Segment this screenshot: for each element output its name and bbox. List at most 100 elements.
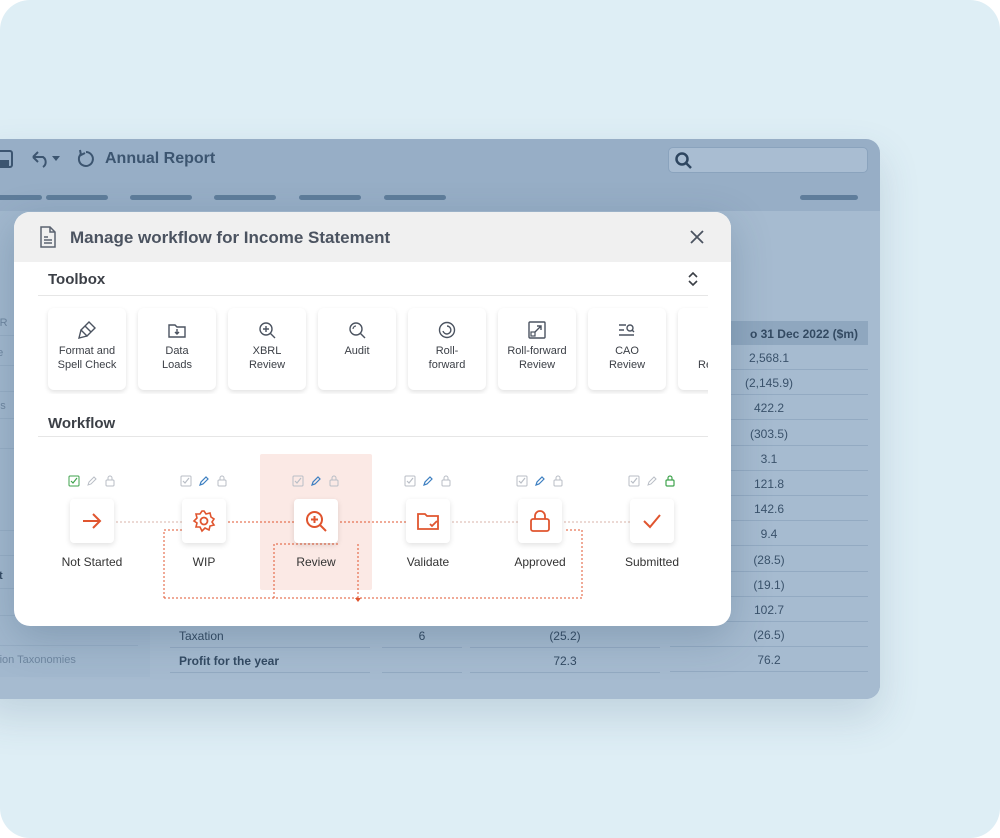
stage-label: Not Started <box>61 555 123 569</box>
pencil-icon[interactable] <box>310 475 322 487</box>
workflow-title: Workflow <box>48 415 116 432</box>
row-label: Taxation <box>170 623 370 648</box>
tool-label: Roll- <box>435 345 459 357</box>
lock-icon[interactable] <box>104 475 116 487</box>
tool-data-loads[interactable]: Data Loads <box>138 308 216 390</box>
stage-review[interactable]: Review <box>260 452 372 592</box>
lock-icon[interactable] <box>552 475 564 487</box>
tool-partial[interactable]: C Re <box>678 308 708 390</box>
tool-roll-forward-review[interactable]: Roll-forward Review <box>498 308 576 390</box>
row-label: Profit for the year <box>170 648 370 673</box>
stage-label: Validate <box>406 555 450 569</box>
pencil-icon[interactable] <box>534 475 546 487</box>
search-icon <box>675 152 692 169</box>
app-toolbar: Annual Report <box>0 139 880 179</box>
folder-check-icon <box>417 513 439 530</box>
tool-label: Re <box>698 359 708 371</box>
tab-bar <box>0 195 880 201</box>
stage-not-started[interactable]: Not Started <box>36 452 148 592</box>
tab[interactable] <box>46 195 108 200</box>
lock-icon[interactable] <box>664 475 676 487</box>
scroll-indicator[interactable] <box>800 195 858 200</box>
tool-label: Review <box>608 359 646 371</box>
note-cell: 6 <box>382 623 462 648</box>
stage-status-icons <box>484 474 596 492</box>
tool-roll-forward[interactable]: Roll- forward <box>408 308 486 390</box>
checkbox-icon[interactable] <box>404 475 416 487</box>
tab[interactable] <box>0 195 42 200</box>
tool-label: XBRL <box>252 345 282 357</box>
tool-label: Spell Check <box>57 359 117 371</box>
collapse-toggle-icon[interactable] <box>686 270 700 293</box>
stage-node[interactable] <box>182 499 226 543</box>
lock-icon[interactable] <box>216 475 228 487</box>
tool-cao-review[interactable]: CAO Review <box>588 308 666 390</box>
lock-icon <box>530 510 550 532</box>
tab[interactable] <box>130 195 192 200</box>
list-search-icon <box>619 324 635 336</box>
pencil-icon[interactable] <box>646 475 658 487</box>
lock-icon[interactable] <box>328 475 340 487</box>
table-cell: 76.2 <box>670 647 868 673</box>
tab[interactable] <box>299 195 361 200</box>
pencil-icon[interactable] <box>422 475 434 487</box>
divider <box>38 436 708 437</box>
stage-label: Submitted <box>624 555 680 569</box>
tool-label: forward <box>428 359 466 371</box>
refresh-icon[interactable] <box>76 149 96 174</box>
stage-status-icons <box>148 474 260 492</box>
stage-status-icons <box>36 474 148 492</box>
checkbox-icon[interactable] <box>180 475 192 487</box>
stage-validate[interactable]: Validate <box>372 452 484 592</box>
toolbox-strip: Format and Spell Check Data Loads XBRL R… <box>38 304 708 394</box>
checkbox-icon[interactable] <box>68 475 80 487</box>
folder-download-icon <box>168 324 186 338</box>
stage-status-icons <box>260 474 372 492</box>
stage-submitted[interactable]: Submitted <box>596 452 708 592</box>
list-icon <box>706 320 708 340</box>
tool-format-spell-check[interactable]: Format and Spell Check <box>48 308 126 390</box>
tool-label: CAO <box>615 345 639 357</box>
roll-forward-icon <box>438 321 456 339</box>
stage-label: WIP <box>192 555 216 569</box>
pencil-icon[interactable] <box>86 475 98 487</box>
checkbox-icon[interactable] <box>516 475 528 487</box>
checkbox-icon[interactable] <box>292 475 304 487</box>
tool-audit[interactable]: Audit <box>318 308 396 390</box>
lock-icon[interactable] <box>440 475 452 487</box>
stage-wip[interactable]: WIP <box>148 452 260 592</box>
pencil-icon[interactable] <box>198 475 210 487</box>
tool-label: Review <box>248 359 286 371</box>
zoom-in-icon <box>306 511 327 532</box>
stage-node[interactable] <box>630 499 674 543</box>
stage-status-icons <box>372 474 484 492</box>
tab[interactable] <box>384 195 446 200</box>
stage-node[interactable] <box>70 499 114 543</box>
check-icon <box>643 514 661 529</box>
stage-node[interactable] <box>518 499 562 543</box>
tool-label: Loads <box>162 359 192 371</box>
undo-icon[interactable] <box>30 149 62 174</box>
arrow-right-icon <box>83 513 102 529</box>
prior-year-cell: (25.2) <box>470 623 660 648</box>
tool-label: Format and <box>58 345 116 357</box>
dialog-title: Manage workflow for Income Statement <box>70 228 391 247</box>
workflow-diagram: Not Started WIP Review Validate Approved… <box>14 452 731 622</box>
tab[interactable] <box>214 195 276 200</box>
tool-label: Audit <box>344 345 370 357</box>
checkbox-icon[interactable] <box>628 475 640 487</box>
toolbox-title: Toolbox <box>48 271 106 288</box>
sidebar-item[interactable]: nsion Taxonomies <box>0 648 138 673</box>
search-input[interactable] <box>668 147 868 173</box>
tool-label: C <box>698 344 708 358</box>
close-icon[interactable] <box>688 228 706 251</box>
tool-xbrl-review[interactable]: XBRL Review <box>228 308 306 390</box>
stage-node[interactable] <box>294 499 338 543</box>
stage-label: Approved <box>514 555 566 569</box>
divider <box>38 295 708 296</box>
stage-node[interactable] <box>406 499 450 543</box>
expand-box-icon <box>528 321 546 339</box>
stage-approved[interactable]: Approved <box>484 452 596 592</box>
brush-icon <box>78 321 96 339</box>
save-icon[interactable] <box>0 149 14 174</box>
